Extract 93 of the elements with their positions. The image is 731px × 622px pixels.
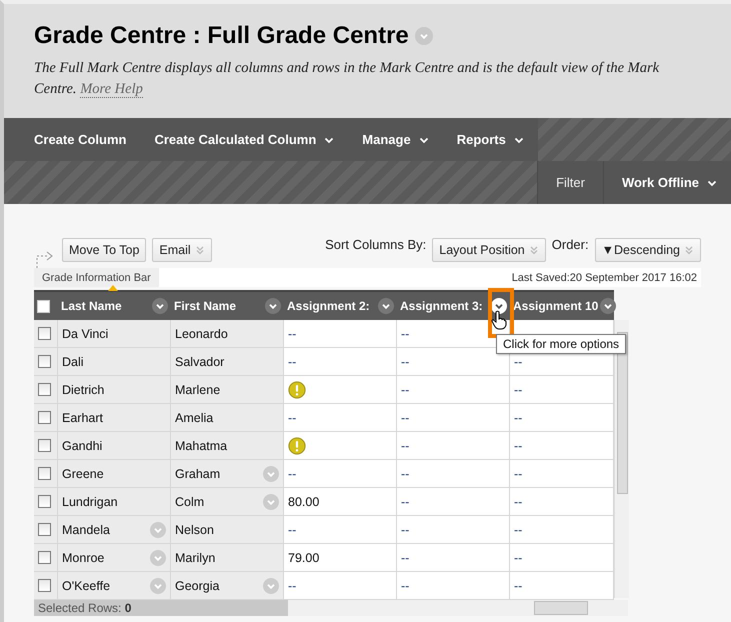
- grade-cell: --: [288, 326, 296, 340]
- cell-menu-icon[interactable]: [150, 522, 166, 538]
- grade-cell: --: [514, 382, 522, 396]
- double-chevron-icon: [528, 245, 539, 255]
- cell-menu-icon[interactable]: [263, 494, 279, 510]
- table-cell: Greene: [62, 466, 104, 480]
- grade-cell: --: [514, 410, 522, 424]
- action-bar-item[interactable]: Create Column: [20, 118, 140, 161]
- cell-menu-icon[interactable]: [150, 550, 166, 566]
- order-label: Order:: [552, 237, 589, 252]
- grade-cell: --: [514, 578, 522, 592]
- grade-cell: --: [288, 522, 296, 536]
- secondary-bar-item[interactable]: Work Offline: [602, 161, 731, 204]
- cell-menu-icon[interactable]: [150, 578, 166, 594]
- grade-cell: --: [514, 466, 522, 480]
- tooltip: Click for more options: [496, 334, 626, 354]
- table-cell: Salvador: [175, 354, 224, 368]
- table-cell: Amelia: [175, 410, 214, 424]
- table-cell: Marilyn: [175, 550, 216, 564]
- table-cell: Georgia: [175, 578, 220, 592]
- table-cell: Monroe: [62, 550, 104, 564]
- table-cell: Gandhi: [62, 438, 102, 452]
- grade-cell: --: [288, 410, 296, 424]
- sort-dropdown[interactable]: Layout Position: [432, 238, 546, 262]
- grade-cell: --: [514, 550, 522, 564]
- action-bar-item[interactable]: Create Calculated Column: [140, 118, 348, 161]
- last-saved-text: Last Saved:20 September 2017 16:02: [512, 272, 698, 284]
- checkbox[interactable]: [38, 467, 51, 480]
- checkbox[interactable]: [38, 411, 51, 424]
- table-cell: O'Keeffe: [62, 578, 110, 592]
- checkbox[interactable]: [38, 327, 51, 340]
- grade-cell: --: [401, 550, 410, 564]
- selected-rows-count: Selected Rows: 0: [34, 600, 288, 616]
- more-help-link[interactable]: More Help: [80, 81, 143, 98]
- exclamation-icon: [288, 436, 306, 454]
- page-title: Grade Centre : Full Grade Centre: [34, 22, 409, 50]
- checkbox[interactable]: [38, 383, 51, 396]
- action-bar-item[interactable]: Reports: [442, 118, 538, 161]
- grade-cell: --: [401, 326, 410, 340]
- column-menu-icon[interactable]: [265, 298, 281, 314]
- table-cell: Leonardo: [175, 326, 228, 340]
- grade-cell: --: [288, 354, 296, 368]
- table-cell: Mandela: [62, 522, 110, 536]
- grade-cell: --: [514, 522, 522, 536]
- grade-cell: --: [288, 466, 296, 480]
- cell-menu-icon[interactable]: [263, 466, 279, 482]
- grade-information-bar-tab[interactable]: Grade Information Bar: [34, 268, 159, 287]
- checkbox[interactable]: [38, 355, 51, 368]
- horizontal-scrollbar[interactable]: [288, 600, 628, 616]
- table-cell: Marlene: [175, 382, 220, 396]
- sort-label: Sort Columns By:: [325, 237, 426, 252]
- exclamation-icon: [288, 380, 306, 398]
- checkbox[interactable]: [37, 300, 50, 312]
- secondary-bar-item[interactable]: Filter: [537, 161, 603, 204]
- email-button[interactable]: Email: [152, 238, 212, 262]
- move-to-top-button[interactable]: Move To Top: [62, 238, 146, 262]
- grade-cell: --: [401, 382, 410, 396]
- table-cell: Da Vinci: [62, 326, 108, 340]
- grade-cell: --: [288, 578, 296, 592]
- checkbox[interactable]: [38, 551, 51, 564]
- grade-cell: --: [401, 494, 410, 508]
- table-cell: Graham: [175, 466, 220, 480]
- table-cell: Dali: [62, 354, 84, 368]
- column-menu-icon[interactable]: [378, 298, 394, 314]
- table-cell: Colm: [175, 494, 204, 508]
- table-cell: Dietrich: [62, 382, 104, 396]
- table-cell: Earhart: [62, 410, 103, 424]
- grade-cell: --: [514, 494, 522, 508]
- table-cell: Mahatma: [175, 438, 228, 452]
- table-cell: Nelson: [175, 522, 214, 536]
- double-chevron-icon: [194, 245, 205, 255]
- table-cell: Lundrigan: [62, 494, 118, 508]
- grade-cell: --: [401, 354, 410, 368]
- grade-cell: --: [514, 438, 522, 452]
- checkbox[interactable]: [38, 579, 51, 592]
- action-bar-item[interactable]: Manage: [348, 118, 443, 161]
- column-menu-icon[interactable]: [152, 298, 168, 314]
- checkbox[interactable]: [38, 495, 51, 508]
- double-chevron-icon: [684, 245, 694, 255]
- column-menu-icon[interactable]: [600, 298, 616, 314]
- grade-cell: 79.00: [288, 550, 320, 564]
- grade-cell: --: [401, 438, 410, 452]
- grade-cell: --: [401, 466, 410, 480]
- grade-cell: --: [401, 578, 410, 592]
- grade-cell: --: [514, 354, 522, 368]
- checkbox[interactable]: [38, 439, 51, 452]
- grade-cell: --: [401, 522, 410, 536]
- page-description: The Full Mark Centre displays all columns and rows in the Mark Centre and is the default view of the Mark Centre. More Help: [34, 59, 660, 100]
- order-dropdown[interactable]: ▼Descending: [594, 238, 701, 262]
- grade-cell: --: [401, 410, 410, 424]
- grade-cell: 80.00: [288, 494, 320, 508]
- checkbox[interactable]: [38, 523, 51, 536]
- cell-menu-icon[interactable]: [263, 578, 279, 594]
